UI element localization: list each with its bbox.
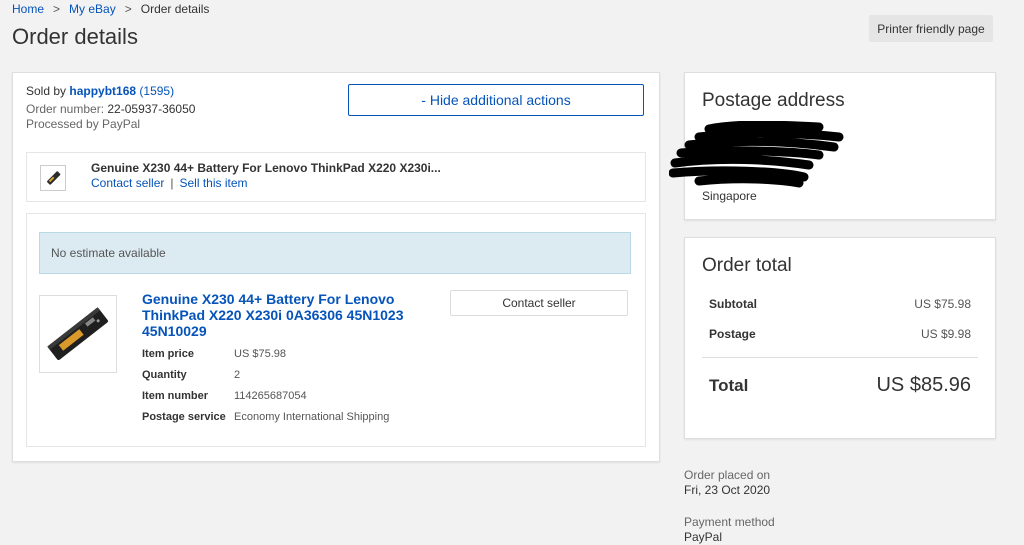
breadcrumb-my-ebay-link[interactable]: My eBay bbox=[69, 2, 116, 16]
postage-address-card: Postage address Singapore bbox=[669, 72, 996, 220]
redaction-scribble bbox=[669, 121, 844, 188]
seller-link[interactable]: happybt168 bbox=[69, 84, 136, 98]
order-card: Sold by happybt168 (1595) Order number: … bbox=[12, 72, 660, 462]
item-summary-row: Genuine X230 44+ Battery For Lenovo Thin… bbox=[26, 152, 646, 202]
postage-value: US $9.98 bbox=[920, 327, 971, 341]
item-title-link[interactable]: Genuine X230 44+ Battery For Lenovo Thin… bbox=[142, 291, 412, 339]
order-number-label: Order number: bbox=[26, 102, 105, 116]
sold-by-label: Sold by bbox=[26, 84, 67, 98]
item-price-value: US $75.98 bbox=[234, 348, 286, 360]
order-placed-value: Fri, 23 Oct 2020 bbox=[684, 483, 771, 497]
total-label: Total bbox=[709, 376, 749, 395]
item-image[interactable] bbox=[39, 295, 117, 373]
battery-image-icon bbox=[47, 307, 108, 360]
breadcrumb-current: Order details bbox=[140, 2, 210, 16]
quantity-value: 2 bbox=[234, 369, 241, 381]
item-property-row: Item price US $75.98 bbox=[142, 348, 389, 369]
postage-service-value: Economy International Shipping bbox=[234, 411, 390, 423]
printer-friendly-button[interactable]: Printer friendly page bbox=[869, 15, 993, 42]
subtotal-value: US $75.98 bbox=[914, 297, 971, 311]
payment-method-value: PayPal bbox=[684, 530, 723, 544]
breadcrumb-separator: > bbox=[124, 2, 132, 16]
postage-label: Postage bbox=[709, 327, 756, 341]
contact-seller-button[interactable]: Contact seller bbox=[450, 290, 628, 316]
item-summary-links: Contact seller | Sell this item bbox=[91, 176, 248, 190]
order-number: Order number: 22-05937-36050 bbox=[26, 102, 195, 116]
item-properties: Item price US $75.98 Quantity 2 Item num… bbox=[142, 348, 389, 432]
breadcrumb-separator: > bbox=[53, 2, 61, 16]
order-total-card: Order total Subtotal US $75.98 Postage U… bbox=[684, 237, 996, 439]
order-total-heading: Order total bbox=[702, 255, 792, 276]
delivery-estimate-banner: No estimate available bbox=[39, 232, 631, 274]
total-divider bbox=[702, 357, 978, 358]
item-price-label: Item price bbox=[142, 348, 194, 360]
order-placed: Order placed on Fri, 23 Oct 2020 bbox=[684, 468, 770, 498]
sold-by: Sold by happybt168 (1595) bbox=[26, 84, 174, 98]
page-title: Order details bbox=[12, 24, 138, 49]
subtotal-row: Subtotal US $75.98 bbox=[709, 297, 971, 311]
item-thumbnail-small[interactable] bbox=[40, 165, 66, 191]
postage-address-heading: Postage address bbox=[702, 90, 845, 111]
total-row: Total US $85.96 bbox=[709, 374, 971, 397]
address-country: Singapore bbox=[702, 189, 757, 203]
order-number-value: 22-05937-36050 bbox=[107, 102, 196, 116]
sell-this-item-link[interactable]: Sell this item bbox=[180, 176, 248, 190]
contact-seller-link[interactable]: Contact seller bbox=[91, 176, 164, 190]
payment-method: Payment method PayPal bbox=[684, 515, 775, 545]
payment-method-label: Payment method bbox=[684, 515, 775, 529]
item-summary-title[interactable]: Genuine X230 44+ Battery For Lenovo Thin… bbox=[91, 161, 441, 175]
hide-additional-actions-button[interactable]: - Hide additional actions bbox=[348, 84, 644, 116]
subtotal-label: Subtotal bbox=[709, 297, 757, 311]
total-value: US $85.96 bbox=[876, 374, 971, 396]
item-number-label: Item number bbox=[142, 390, 209, 402]
feedback-score-link[interactable]: 1595 bbox=[143, 84, 170, 98]
item-number-value: 114265687054 bbox=[234, 390, 307, 402]
item-detail-box: No estimate available Genuine X230 44+ B… bbox=[26, 213, 646, 447]
link-separator: | bbox=[170, 176, 174, 190]
breadcrumb-home-link[interactable]: Home bbox=[12, 2, 44, 16]
order-placed-label: Order placed on bbox=[684, 468, 771, 482]
item-property-row: Quantity 2 bbox=[142, 369, 389, 390]
breadcrumb: Home > My eBay > Order details bbox=[12, 2, 209, 16]
quantity-label: Quantity bbox=[142, 369, 187, 381]
battery-icon bbox=[47, 171, 61, 185]
processed-by: Processed by PayPal bbox=[26, 117, 141, 131]
feedback-close: ) bbox=[170, 84, 175, 98]
item-property-row: Item number 114265687054 bbox=[142, 390, 389, 411]
postage-row: Postage US $9.98 bbox=[709, 327, 971, 341]
item-property-row: Postage service Economy International Sh… bbox=[142, 411, 389, 432]
postage-service-label: Postage service bbox=[142, 411, 226, 423]
